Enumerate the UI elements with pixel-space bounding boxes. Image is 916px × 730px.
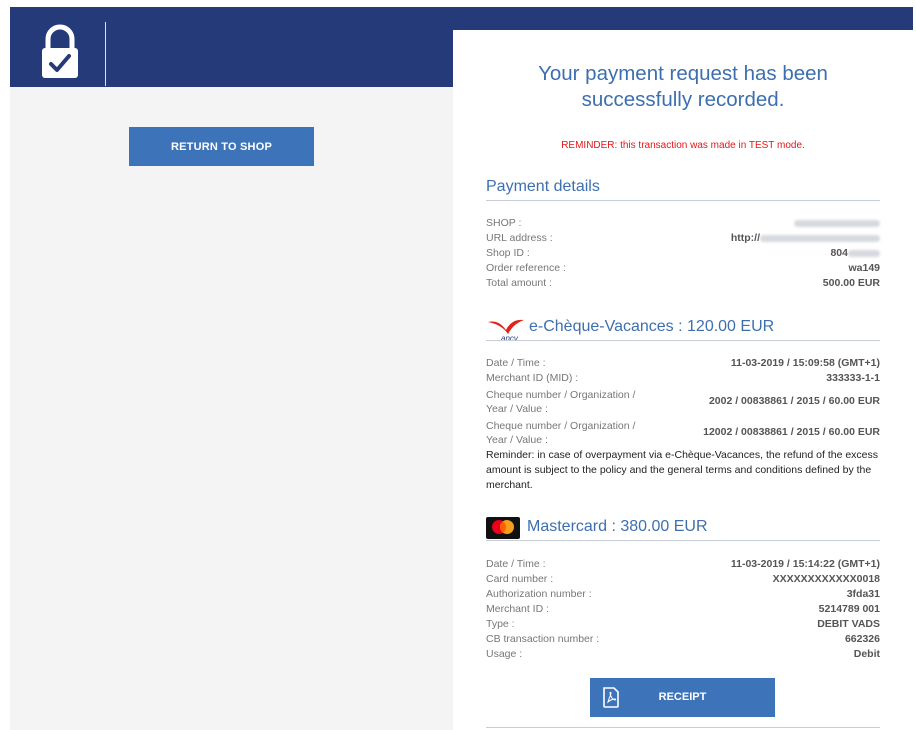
mc-row-card-number: Card number : XXXXXXXXXXXX0018 [486,572,880,587]
detail-label: Total amount : [486,277,552,289]
mc-label: Merchant ID : [486,603,550,615]
mc-row-usage: Usage : Debit [486,647,880,662]
cheque-details-list: Date / Time : 11-03-2019 / 15:09:58 (GMT… [486,356,880,448]
detail-label: Shop ID : [486,247,530,259]
detail-label: URL address : [486,232,553,244]
header-divider [105,22,106,86]
detail-value: 500.00 EUR [822,277,880,289]
detail-row-order-ref: Order reference : wa149 [486,261,880,276]
cheque-label: Cheque number / Organization / Year / Va… [486,419,636,446]
mc-row-auth: Authorization number : 3fda31 [486,587,880,602]
overpayment-note: Reminder: in case of overpayment via e-C… [486,449,879,491]
detail-value: wa149 [848,262,880,274]
detail-label: Order reference : [486,262,566,274]
redacted-value [794,219,880,227]
return-to-shop-button[interactable]: RETURN TO SHOP [129,127,314,166]
cheque-row-mid: Merchant ID (MID) : 333333-1-1 [486,371,880,386]
mastercard-section-title: Mastercard : 380.00 EUR [527,518,708,535]
mc-value: 3fda31 [846,588,880,600]
confirmation-headline: Your payment request has been successful… [453,61,913,113]
cheque-label: Date / Time : [486,357,546,369]
cheque-value: 11-03-2019 / 15:09:58 (GMT+1) [730,357,880,369]
cheque-value: 2002 / 00838861 / 2015 / 60.00 EUR [708,395,880,407]
detail-row-url: URL address : http:// [486,231,880,246]
cheque-section-title: e-Chèque-Vacances : 120.00 EUR [529,318,775,335]
mc-value: 662326 [844,633,880,645]
headline-line-2: successfully recorded. [581,88,785,111]
headline-line-1: Your payment request has been [538,62,828,85]
mastercard-details-list: Date / Time : 11-03-2019 / 15:14:22 (GMT… [486,557,880,662]
bottom-rule [486,727,880,728]
mc-label: Usage : [486,648,523,660]
mastercard-section-rule [486,540,880,541]
mastercard-logo-icon [486,517,520,539]
cheque-value: 12002 / 00838861 / 2015 / 60.00 EUR [703,426,880,438]
cheque-label: Cheque number / Organization / Year / Va… [486,388,636,415]
payment-details-title: Payment details [486,178,600,195]
mc-label: CB transaction number : [486,633,600,645]
payment-details-rule [486,200,880,201]
cheque-row-2: Cheque number / Organization / Year / Va… [486,417,880,448]
detail-row-shop-id: Shop ID : 804 [486,246,880,261]
payment-confirmation-page: RETURN TO SHOP Your payment request has … [0,0,916,730]
confirmation-card: Your payment request has been successful… [453,30,913,730]
mc-row-merchant-id: Merchant ID : 5214789 001 [486,602,880,617]
left-panel [10,87,453,730]
detail-label: SHOP : [486,217,522,229]
mc-value: DEBIT VADS [817,618,880,630]
ancv-logo: ancv [486,316,526,343]
receipt-button[interactable]: RECEIPT [590,678,775,717]
mc-value: 5214789 001 [818,603,880,615]
detail-row-shop: SHOP : [486,216,880,231]
mc-label: Date / Time : [486,558,546,570]
lock-check-icon [38,24,82,80]
redacted-value [760,234,880,242]
mc-value: Debit [853,648,880,660]
mc-value: XXXXXXXXXXXX0018 [772,573,880,585]
detail-value: http:// [731,231,880,246]
cheque-section-rule [486,340,880,341]
payment-details-list: SHOP : URL address : http:// Shop ID : 8… [486,216,880,291]
mc-label: Card number : [486,573,554,585]
mc-row-cb-transaction: CB transaction number : 662326 [486,632,880,647]
test-mode-reminder: REMINDER: this transaction was made in T… [561,140,805,151]
cheque-value: 333333-1-1 [826,372,880,384]
detail-value: 804 [830,246,880,261]
cheque-row-1: Cheque number / Organization / Year / Va… [486,386,880,417]
mc-label: Type : [486,618,515,630]
redacted-value [848,249,880,257]
mc-label: Authorization number : [486,588,592,600]
mc-row-type: Type : DEBIT VADS [486,617,880,632]
mc-row-date: Date / Time : 11-03-2019 / 15:14:22 (GMT… [486,557,880,572]
mc-value: 11-03-2019 / 15:14:22 (GMT+1) [730,558,880,570]
detail-value [794,216,880,231]
cheque-row-date: Date / Time : 11-03-2019 / 15:09:58 (GMT… [486,356,880,371]
detail-row-total: Total amount : 500.00 EUR [486,276,880,291]
receipt-label: RECEIPT [658,691,707,703]
cheque-label: Merchant ID (MID) : [486,372,579,384]
